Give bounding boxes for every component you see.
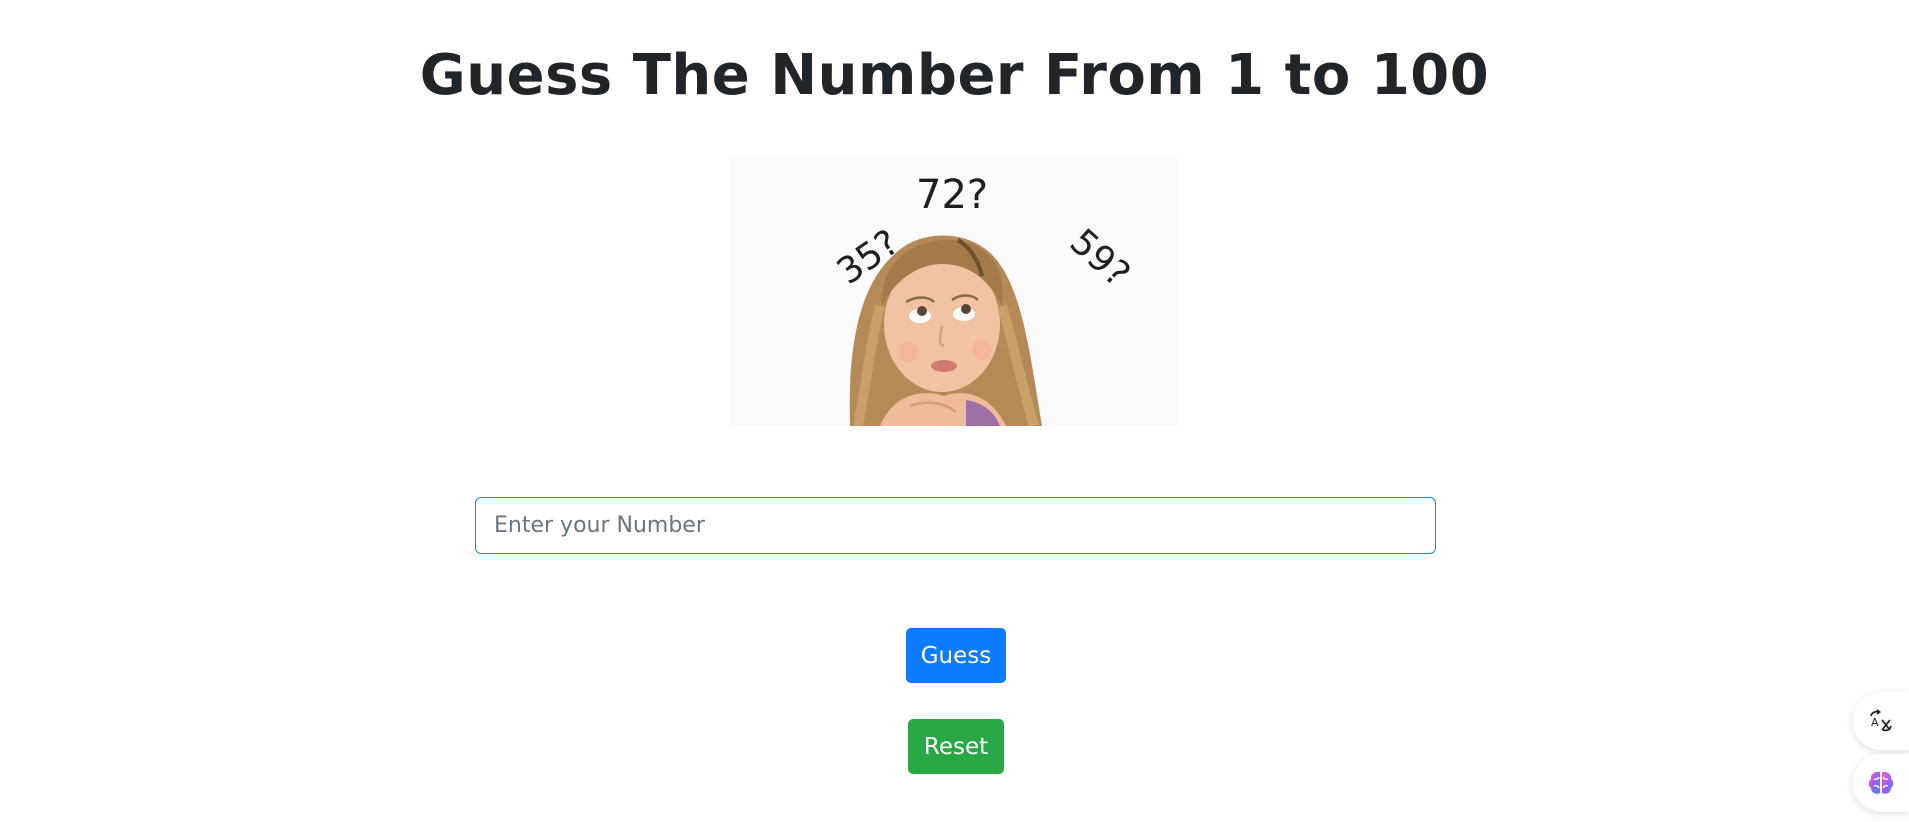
brain-tool-button[interactable] bbox=[1853, 754, 1909, 812]
hero-image: 72? 35? 59? bbox=[730, 156, 1178, 426]
thinking-girl-illustration: 72? 35? 59? bbox=[730, 156, 1178, 426]
brain-icon bbox=[1868, 771, 1894, 794]
number-input[interactable] bbox=[475, 497, 1436, 554]
svg-text:A: A bbox=[1871, 716, 1879, 729]
translate-icon: A bbox=[1870, 709, 1892, 732]
page: Guess The Number From 1 to 100 72? 35? 5… bbox=[0, 0, 1909, 822]
number-input-wrapper bbox=[475, 497, 1436, 554]
page-title: Guess The Number From 1 to 100 bbox=[419, 43, 1490, 108]
reset-button[interactable]: Reset bbox=[908, 719, 1004, 774]
translate-tool-button[interactable]: A bbox=[1853, 692, 1909, 750]
guess-bubble-72: 72? bbox=[916, 172, 988, 218]
guess-button[interactable]: Guess bbox=[906, 628, 1006, 683]
